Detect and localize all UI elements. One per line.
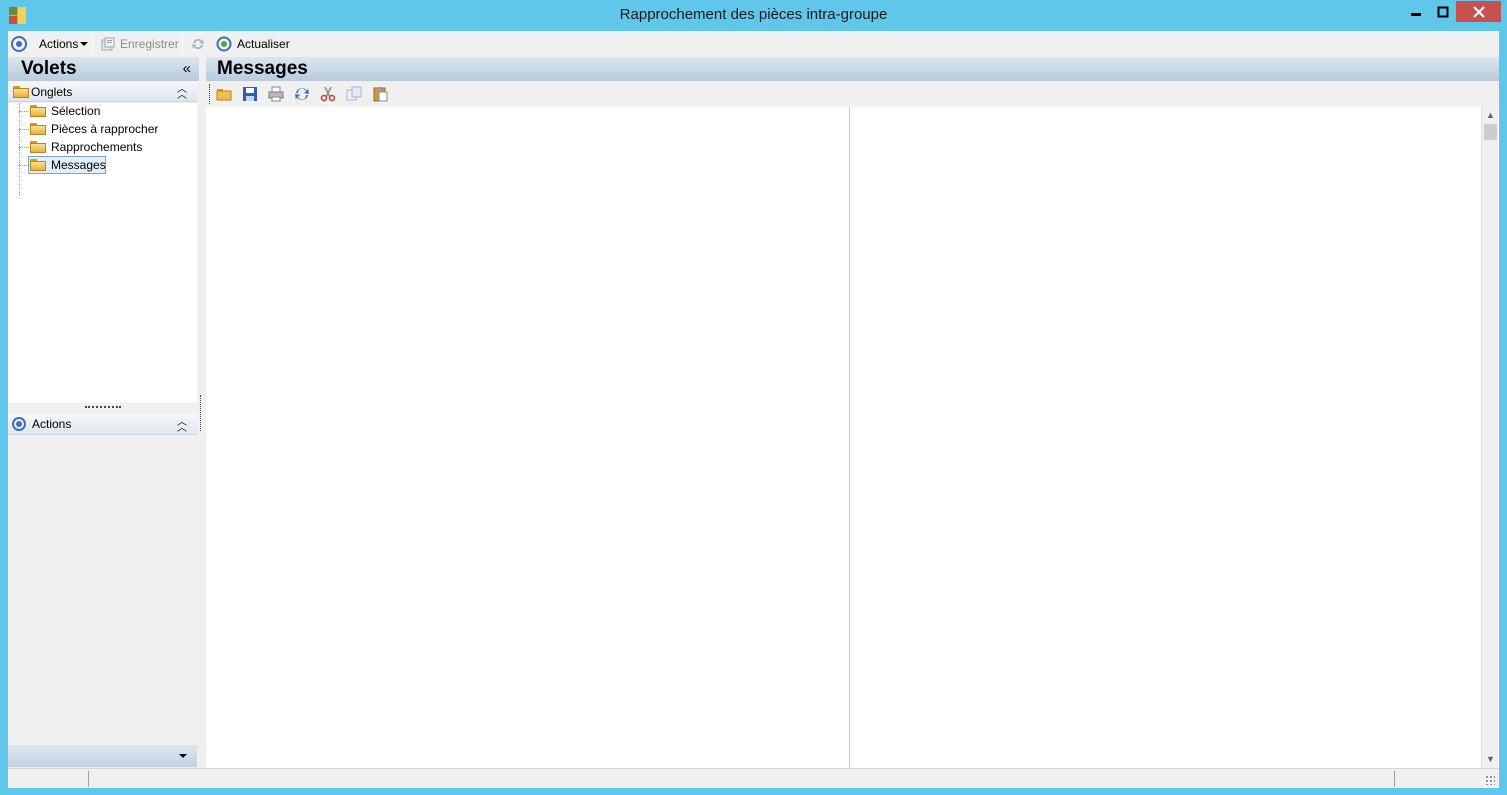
folder-icon xyxy=(30,123,46,135)
chevron-down-icon xyxy=(80,42,89,46)
collapse-sidebar-icon[interactable]: « xyxy=(183,60,191,77)
status-panel xyxy=(89,771,1395,787)
section-splitter[interactable] xyxy=(85,406,121,408)
save-document-icon xyxy=(101,37,115,51)
target-icon-button[interactable] xyxy=(11,34,27,54)
minimize-button[interactable] xyxy=(1402,1,1429,22)
volets-header: Volets « xyxy=(8,57,199,81)
refresh-icon[interactable] xyxy=(294,86,310,102)
target-icon xyxy=(11,36,27,52)
sync-button[interactable] xyxy=(190,34,206,54)
messages-toolbar xyxy=(206,81,1499,106)
tree-item-pieces-a-rapprocher[interactable]: Pièces à rapprocher xyxy=(19,120,189,138)
refresh-button[interactable]: Actualiser xyxy=(216,34,290,54)
folder-icon xyxy=(13,86,29,98)
scroll-down-icon[interactable]: ▼ xyxy=(1482,751,1499,768)
tree-item-label: Rapprochements xyxy=(51,140,143,154)
status-bar xyxy=(8,768,1499,788)
save-icon[interactable] xyxy=(242,86,258,102)
messages-content[interactable]: ▲ ▼ xyxy=(206,107,1499,768)
scroll-up-icon[interactable]: ▲ xyxy=(1482,107,1499,124)
sidebar-splitter[interactable] xyxy=(200,395,201,431)
save-label: Enregistrer xyxy=(120,37,179,51)
open-folder-icon[interactable] xyxy=(216,86,232,102)
folder-icon xyxy=(30,105,46,117)
scroll-thumb[interactable] xyxy=(1484,124,1497,140)
maximize-button[interactable] xyxy=(1429,1,1456,22)
tree-item-label: Sélection xyxy=(51,104,101,118)
close-icon xyxy=(1472,5,1485,18)
tree-item-label: Pièces à rapprocher xyxy=(51,122,159,136)
folder-icon xyxy=(30,141,46,153)
tree-item-messages[interactable]: Messages xyxy=(19,156,189,174)
paste-icon[interactable] xyxy=(372,86,388,102)
actions-section-header[interactable]: Actions ︿ ︿ xyxy=(8,414,197,435)
toolbar-separator xyxy=(92,35,93,53)
tree-item-rapprochements[interactable]: Rapprochements xyxy=(19,138,189,156)
app-window: Rapprochement des pièces intra-groupe Ac… xyxy=(0,0,1507,795)
copy-icon[interactable] xyxy=(346,86,362,102)
panes-sidebar: Volets « Onglets ︿ ︿ Sélection Pièces à … xyxy=(8,57,199,768)
refresh-icon xyxy=(216,36,232,52)
messages-title: Messages xyxy=(217,58,308,79)
target-icon xyxy=(12,417,26,431)
cut-icon[interactable] xyxy=(320,86,336,102)
actions-menu-button[interactable]: Actions xyxy=(39,34,89,54)
sync-icon xyxy=(192,38,204,50)
title-bar[interactable]: Rapprochement des pièces intra-groupe xyxy=(0,0,1507,31)
pane-overflow-bar[interactable] xyxy=(8,745,197,767)
volets-title: Volets xyxy=(21,58,77,79)
tree-item-selection[interactable]: Sélection xyxy=(19,102,189,120)
collapse-up-icon[interactable]: ︿ ︿ xyxy=(177,85,187,101)
save-button[interactable]: Enregistrer xyxy=(100,34,179,54)
main-toolbar: Actions Enregistrer Actualiser xyxy=(8,31,1499,57)
actions-menu-label: Actions xyxy=(39,37,79,51)
onglets-label: Onglets xyxy=(31,85,73,99)
collapse-up-icon[interactable]: ︿ ︿ xyxy=(177,418,187,434)
actions-section-label: Actions xyxy=(32,417,72,431)
onglets-section-header[interactable]: Onglets ︿ ︿ xyxy=(8,82,197,102)
minimize-icon xyxy=(1410,12,1421,16)
toolbar-separator xyxy=(182,35,183,53)
messages-pane: Messages ▲ ▼ xyxy=(206,57,1499,768)
content-divider[interactable] xyxy=(849,107,850,768)
onglets-tree: Sélection Pièces à rapprocher Rapprochem… xyxy=(8,103,197,403)
tree-item-label: Messages xyxy=(51,158,106,172)
chevron-down-icon xyxy=(179,754,187,758)
client-area: Actions Enregistrer Actualiser Volets « … xyxy=(8,31,1499,788)
refresh-label: Actualiser xyxy=(237,37,290,51)
print-icon[interactable] xyxy=(268,86,284,102)
messages-header: Messages xyxy=(206,57,1499,81)
resize-grip-icon[interactable] xyxy=(1485,775,1495,785)
vertical-scrollbar[interactable]: ▲ ▼ xyxy=(1481,107,1498,768)
open-folder-icon xyxy=(30,159,46,171)
window-title: Rapprochement des pièces intra-groupe xyxy=(619,6,888,23)
close-button[interactable] xyxy=(1456,1,1501,22)
status-panel xyxy=(8,771,89,787)
toolbar-grip[interactable] xyxy=(209,84,210,104)
maximize-icon xyxy=(1437,6,1448,17)
